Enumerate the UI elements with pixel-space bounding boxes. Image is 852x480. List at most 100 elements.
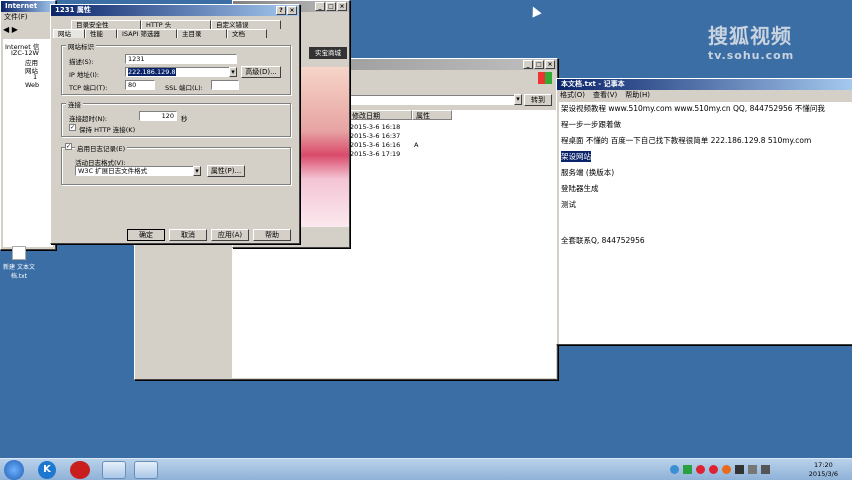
column-header-attr[interactable]: 属性 (412, 110, 452, 120)
desktop-icon-textfile[interactable]: 新建 文本文档.txt (2, 246, 36, 280)
menu-view[interactable]: 查看(V) (593, 90, 617, 101)
column-header-date[interactable]: 修改日期 (348, 110, 412, 120)
maximize-icon[interactable]: □ (534, 60, 544, 69)
ad-banner-image[interactable] (301, 67, 349, 227)
tcp-label: TCP 端口(T): (69, 84, 108, 92)
apply-label: 应用(A) (217, 231, 243, 239)
maximize-icon[interactable]: □ (326, 2, 336, 11)
tree-view[interactable]: Internet 信 IZC-12W 应用 网站 1 Web (3, 39, 53, 247)
row-date: 2015-3-6 16:18 (350, 123, 401, 131)
identity-group-label: 网站标识 (66, 41, 96, 51)
iis-title: Internet (5, 2, 38, 10)
tab-custom-errors[interactable]: 自定义错误 (211, 20, 281, 29)
tree-item[interactable]: 1 (33, 73, 37, 81)
enable-log-checkbox[interactable]: ✓ (65, 143, 72, 150)
table-row[interactable]: 2015-3-6 16:18 (350, 123, 400, 131)
tab-home-dir[interactable]: 主目录 (177, 29, 227, 38)
minimize-icon[interactable]: _ (315, 2, 325, 11)
log-format-dropdown-icon[interactable]: ▾ (193, 166, 201, 176)
notepad-window[interactable]: 本文档.txt - 记事本 格式(O) 查看(V) 帮助(H) 架设视频教程 w… (556, 78, 852, 345)
text-file-icon (12, 246, 26, 260)
tree-item[interactable]: IZC-12W (11, 49, 39, 57)
minimize-icon[interactable]: _ (523, 60, 533, 69)
notepad-titlebar[interactable]: 本文档.txt - 记事本 (557, 79, 852, 90)
watermark-brand: 搜狐视频 (708, 24, 792, 48)
enable-log-label: 启用日志记录(E) (75, 143, 128, 153)
row-date: 2015-3-6 17:19 (350, 150, 401, 158)
text-line: 服务端 (换版本) (561, 168, 615, 177)
sohu-watermark: 搜狐视频 tv.sohu.com (708, 20, 794, 62)
menu-file[interactable]: 文件(F) (4, 12, 28, 23)
connection-group-label: 连接 (66, 99, 83, 109)
start-button-icon[interactable] (4, 460, 24, 480)
advanced-button[interactable]: 高级(D)... (241, 66, 281, 78)
close-icon[interactable]: × (287, 6, 297, 15)
table-row[interactable]: 2015-3-6 17:19 (350, 150, 400, 158)
tray-icons[interactable] (670, 465, 790, 475)
tab-isapi[interactable]: ISAPI 筛选器 (117, 29, 177, 38)
tab-dir-security[interactable]: 目录安全性 (71, 20, 141, 29)
tab-documents[interactable]: 文档 (227, 29, 267, 38)
desc-input[interactable]: 1231 (125, 54, 237, 64)
apply-button[interactable]: 应用(A) (211, 229, 249, 241)
tab-website[interactable]: 网站 (53, 29, 85, 38)
menu-format[interactable]: 格式(O) (560, 90, 585, 101)
clock-time: 17:20 (814, 461, 833, 469)
kuaibo-icon[interactable]: K (38, 461, 56, 479)
ip-select[interactable]: 222.186.129.8 (125, 67, 237, 77)
address-input[interactable] (348, 95, 518, 105)
close-icon[interactable]: × (545, 60, 555, 69)
tree-item[interactable]: Web (25, 81, 39, 89)
keepalive-label: 保持 HTTP 连接(K) (79, 126, 136, 134)
tcp-port-input[interactable]: 80 (125, 80, 155, 90)
tab-performance[interactable]: 性能 (85, 29, 117, 38)
address-dropdown-icon[interactable]: ▾ (514, 94, 522, 105)
network-icon[interactable] (748, 465, 757, 474)
row-date: 2015-3-6 16:37 (350, 132, 401, 140)
ssl-port-input[interactable] (211, 80, 239, 90)
ok-button[interactable]: 确定 (127, 229, 165, 241)
timeout-label: 连接超时(N): (69, 115, 108, 123)
props-title: 1231 属性 (55, 6, 91, 14)
volume-icon[interactable] (761, 465, 770, 474)
windows-logo-icon (538, 72, 552, 84)
text-line: 程桌面 不懂的 百度一下自己找下教程很简单 222.186.129.8 510m… (561, 136, 812, 145)
go-button[interactable]: 转到 (524, 94, 552, 106)
row-attr: A (414, 141, 419, 149)
taskbar-app-remote[interactable] (134, 461, 158, 479)
keepalive-checkbox[interactable]: ✓ (69, 124, 76, 131)
props-titlebar[interactable]: 1231 属性 ? × (51, 5, 299, 16)
ip-dropdown-icon[interactable]: ▾ (229, 67, 237, 77)
iis-manager-window[interactable]: Internet 文件(F) ◀ ▶ Internet 信 IZC-12W 应用… (0, 0, 56, 250)
text-line: 登陆器生成 (561, 184, 599, 193)
tray-icon[interactable] (735, 465, 744, 474)
table-row[interactable]: 2015-3-6 16:37 (350, 132, 400, 140)
app-icon-red[interactable] (70, 461, 90, 479)
menu-help[interactable]: 帮助(H) (625, 90, 650, 101)
tray-icon[interactable] (722, 465, 731, 474)
timeout-input[interactable]: 120 (139, 111, 177, 121)
advanced-label: 高级(D)... (245, 68, 277, 76)
log-properties-button[interactable]: 属性(P)... (207, 165, 245, 177)
text-line: 测试 (561, 200, 576, 209)
tray-icon[interactable] (683, 465, 692, 474)
iis-titlebar[interactable]: Internet (1, 1, 55, 12)
taskbar-app-notepad[interactable] (102, 461, 126, 479)
tab-row-bottom: 网站 性能 ISAPI 筛选器 主目录 文档 (53, 29, 267, 38)
cancel-button[interactable]: 取消 (169, 229, 207, 241)
log-format-select[interactable]: W3C 扩展日志文件格式 (75, 166, 199, 176)
tab-http-headers[interactable]: HTTP 头 (141, 20, 211, 29)
tray-icon[interactable] (670, 465, 679, 474)
back-icon[interactable]: ◀ ▶ (3, 25, 18, 34)
properties-dialog[interactable]: 1231 属性 ? × 目录安全性 HTTP 头 自定义错误 网站 性能 ISA… (50, 4, 300, 244)
help-button[interactable]: 帮助 (253, 229, 291, 241)
table-row[interactable]: 2015-3-6 16:16 A (350, 141, 418, 149)
qq-icon[interactable] (709, 465, 718, 474)
help-icon[interactable]: ? (276, 6, 286, 15)
notepad-text-area[interactable]: 架设视频教程 www.510my.com www.510my.cn QQ, 84… (559, 102, 852, 344)
close-icon[interactable]: × (337, 2, 347, 11)
ad-tab[interactable]: 实宝商城 (309, 47, 347, 59)
qq-icon[interactable] (696, 465, 705, 474)
clock[interactable]: 17:20 2015/3/6 (809, 461, 838, 479)
notepad-title: 本文档.txt - 记事本 (561, 80, 625, 88)
